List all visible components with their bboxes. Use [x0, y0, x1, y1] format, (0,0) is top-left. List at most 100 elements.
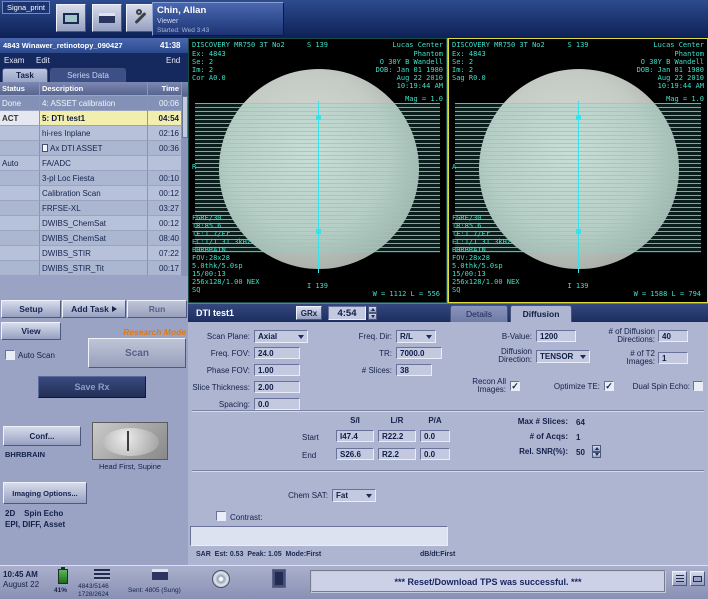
tr-field[interactable]: 7000.0 — [396, 347, 442, 359]
menu-edit[interactable]: Edit — [36, 56, 50, 65]
service-tool-button[interactable] — [126, 4, 154, 32]
tab-series-data[interactable]: Series Data — [50, 68, 126, 82]
slice-thickness-field[interactable]: 2.00 — [254, 381, 300, 393]
col-time[interactable]: Time — [148, 82, 182, 96]
menu-exam[interactable]: Exam — [4, 56, 24, 65]
spinner-down-icon — [368, 313, 377, 320]
scan-button[interactable]: Scan — [88, 338, 186, 368]
scan-plane-select[interactable]: Axial — [254, 330, 308, 343]
start-pa-field[interactable]: 0.0 — [420, 430, 450, 442]
graphic-handle[interactable] — [576, 229, 581, 234]
table-row[interactable]: Done 4: ASSET calibration 00:06 — [0, 96, 182, 111]
display-tool-button[interactable] — [56, 4, 86, 32]
rel-snr-stepper[interactable] — [592, 445, 601, 458]
queue-count-1: 4843/5146 — [78, 583, 109, 590]
tab-task[interactable]: Task — [2, 68, 48, 82]
graphic-handle[interactable] — [576, 115, 581, 120]
table-row[interactable]: 3-pl Loc Fiesta 00:10 — [0, 171, 182, 186]
grx-button[interactable]: GRx — [296, 306, 322, 320]
operator-panel[interactable]: Chin, Allan Viewer Started: Wed 3:43 — [152, 2, 284, 36]
optimize-te-checkbox[interactable]: ✓ — [604, 381, 614, 391]
layers-icon[interactable] — [94, 569, 110, 581]
phase-fov-field[interactable]: 1.00 — [254, 364, 300, 376]
dual-spin-echo-checkbox[interactable] — [693, 381, 703, 391]
scan-time-stepper[interactable] — [368, 306, 377, 320]
end-lr-field[interactable]: R2.2 — [378, 448, 416, 460]
table-row[interactable]: DWIBS_STIR_Tit 00:17 — [0, 261, 182, 276]
chem-sat-select[interactable]: Fat — [332, 489, 376, 502]
sar-readout: SAR Est: 0.53 Peak: 1.05 Mode:First — [196, 551, 321, 558]
scan-time-display: 4:54 — [328, 306, 366, 320]
table-row[interactable]: Ax DTI ASSET 00:36 — [0, 141, 182, 156]
lr-header: L/R — [378, 416, 416, 425]
view-button[interactable]: View — [1, 322, 61, 340]
menu-end[interactable]: End — [166, 56, 180, 65]
image-viewport-left[interactable]: DISCOVERY MR750 3T No2 Ex: 4843 Se: 2 Im… — [188, 38, 447, 303]
slice-stack-axis[interactable] — [318, 101, 319, 273]
network-send-icon[interactable] — [152, 569, 168, 580]
contrast-label: Contrast: — [230, 513, 262, 522]
system-message: *** Reset/Download TPS was successful. *… — [310, 570, 666, 593]
add-task-button[interactable]: Add Task — [62, 300, 126, 318]
tab-diffusion[interactable]: Diffusion — [510, 305, 572, 322]
app-tab[interactable]: Signa_print — [2, 1, 50, 14]
table-row-active[interactable]: ACT 5: DTI test1 04:54 — [0, 111, 182, 126]
spacing-field[interactable]: 0.0 — [254, 398, 300, 410]
spinner-down-icon — [592, 452, 601, 459]
table-row[interactable]: FRFSE-XL 03:27 — [0, 201, 182, 216]
table-row[interactable]: Calibration Scan 00:12 — [0, 186, 182, 201]
scan-plane-label: Scan Plane: — [188, 333, 250, 341]
exam-header: 4843 Winawer_retinotopy_090427 41:38 — [0, 38, 188, 53]
graphic-handle[interactable] — [316, 115, 321, 120]
sent-status: Sent: 4805 (Sung) — [128, 587, 181, 594]
b-value-field[interactable]: 1200 — [536, 330, 576, 342]
contrast-checkbox[interactable] — [216, 511, 226, 521]
freq-dir-select[interactable]: R/L — [396, 330, 436, 343]
entry-field[interactable] — [190, 526, 448, 546]
end-pa-field[interactable]: 0.0 — [420, 448, 450, 460]
operator-name: Chin, Allan — [157, 5, 206, 16]
dual-spin-echo-label: Dual Spin Echo: — [618, 383, 690, 391]
table-row[interactable]: hi-res Inplane 02:16 — [0, 126, 182, 141]
end-si-field[interactable]: S26.6 — [336, 448, 374, 460]
auto-scan-checkbox[interactable] — [5, 350, 15, 360]
start-si-field[interactable]: I47.4 — [336, 430, 374, 442]
table-row[interactable]: Auto FA/ADC — [0, 156, 182, 171]
table-row[interactable]: DWIBS_STIR 07:22 — [0, 246, 182, 261]
recon-all-checkbox[interactable]: ✓ — [510, 381, 520, 391]
col-status[interactable]: Status — [0, 82, 40, 96]
chem-sat-label: Chem SAT: — [248, 492, 328, 500]
slice-stack-axis[interactable] — [578, 101, 579, 273]
tr-label: TR: — [328, 350, 392, 358]
run-button[interactable]: Run — [127, 300, 187, 318]
table-row[interactable]: DWIBS_ChemSat 00:12 — [0, 216, 182, 231]
num-slices-field[interactable]: 38 — [396, 364, 432, 376]
research-mode-label: Research Mode — [86, 327, 186, 337]
film-icon[interactable] — [272, 569, 286, 588]
imaging-options-button[interactable]: Imaging Options... — [3, 482, 87, 504]
institution-label: Lucas Center — [392, 41, 443, 49]
tab-details[interactable]: Details — [450, 305, 508, 322]
table-row[interactable]: DWIBS_ChemSat 08:40 — [0, 231, 182, 246]
chevron-down-icon — [426, 335, 432, 339]
setup-button[interactable]: Setup — [1, 300, 61, 318]
diffusion-direction-select[interactable]: TENSOR — [536, 350, 590, 363]
col-description[interactable]: Description — [40, 82, 148, 96]
printer-icon — [99, 13, 115, 23]
scan-parameter-panel: DTI test1 GRx 4:54 Details Diffusion Sca… — [188, 303, 708, 565]
conf-button[interactable]: Conf... — [3, 426, 81, 446]
cd-icon[interactable] — [212, 570, 230, 588]
graphic-handle[interactable] — [316, 229, 321, 234]
num-t2-images-field[interactable]: 1 — [658, 352, 688, 364]
si-header: S/I — [336, 416, 374, 425]
num-diff-directions-field[interactable]: 40 — [658, 330, 688, 342]
image-viewport-right-selected[interactable]: DISCOVERY MR750 3T No2 Ex: 4843 Se: 2 Im… — [448, 38, 708, 303]
keyboard-button[interactable] — [690, 571, 705, 586]
save-rx-button[interactable]: Save Rx — [38, 376, 146, 398]
print-tool-button[interactable] — [92, 4, 122, 32]
start-lr-field[interactable]: R22.2 — [378, 430, 416, 442]
freq-fov-field[interactable]: 24.0 — [254, 347, 300, 359]
num-slices-label: # Slices: — [328, 367, 392, 375]
queue-count-2: 1728/2624 — [78, 591, 109, 598]
message-log-button[interactable] — [672, 571, 687, 586]
